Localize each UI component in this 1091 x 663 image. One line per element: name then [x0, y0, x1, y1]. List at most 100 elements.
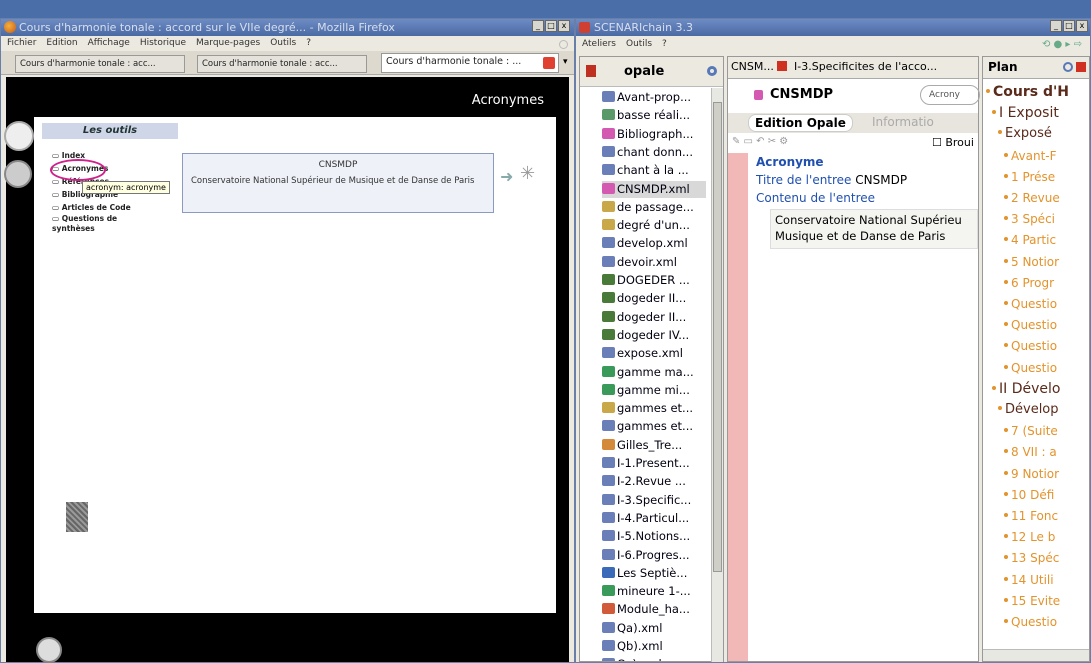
plan-item[interactable]: Avant-F [1004, 146, 1057, 166]
nav-back-icon[interactable] [4, 121, 34, 151]
plan-item[interactable]: Cours d'H [986, 82, 1069, 102]
editor-tab-cnsmdp[interactable]: CNSM... [731, 60, 788, 73]
tree-item[interactable]: degré d'un... [602, 217, 690, 234]
browser-tab-2[interactable]: Cours d'harmonie tonale : acc... [197, 55, 367, 73]
menu-ateliers[interactable]: Ateliers [582, 39, 616, 49]
tool-articles-code[interactable]: ▭ Articles de Code [52, 201, 172, 214]
tree-item[interactable]: I-1.Present... [602, 455, 690, 472]
scenari-minimize-button[interactable]: _ [1050, 20, 1062, 32]
tree-item[interactable]: Qa).xml [602, 620, 662, 637]
tree-item[interactable]: CNSMDP.xml [602, 180, 706, 198]
field-title-input[interactable]: CNSMDP [855, 173, 907, 187]
plan-close-icon[interactable] [1076, 62, 1086, 72]
plan-item[interactable]: 5 Notior [1004, 252, 1059, 272]
plan-item[interactable]: 8 VII : a [1004, 442, 1057, 462]
tree-item[interactable]: mineure 1-... [602, 583, 691, 600]
plan-options-icon[interactable] [1063, 62, 1073, 72]
plan-item[interactable]: 11 Fonc [1004, 506, 1058, 526]
plan-item[interactable]: 10 Défi [1004, 485, 1054, 505]
tree-item[interactable]: basse réali... [602, 107, 690, 124]
minimize-button[interactable]: _ [532, 20, 544, 32]
edition-opale-tab[interactable]: Edition Opale [748, 114, 853, 132]
toolbar-action-icons[interactable]: ✎ ▭ ↶ ✂ ⚙ [732, 136, 788, 147]
browser-tab-3[interactable]: Cours d'harmonie tonale : ... [381, 53, 559, 73]
plan-item[interactable]: Exposé [998, 124, 1052, 144]
tree-item[interactable]: dogeder II... [602, 290, 686, 307]
tree-item[interactable]: gammes et... [602, 418, 693, 435]
menu-edition[interactable]: Edition [46, 38, 77, 48]
menu-affichage[interactable]: Affichage [88, 38, 130, 48]
tree-item[interactable]: I-4.Particul... [602, 510, 689, 527]
tab-list-icon[interactable]: ▾ [563, 57, 571, 67]
tool-questions[interactable]: ▭ Questions de synthèses [52, 214, 122, 234]
tree-item[interactable]: gamme mi... [602, 382, 690, 399]
maximize-button[interactable]: □ [545, 20, 557, 32]
plan-item[interactable]: 14 Utili [1004, 570, 1054, 590]
tree-item[interactable]: expose.xml [602, 345, 683, 362]
tree-item[interactable]: devoir.xml [602, 254, 677, 271]
plan-item[interactable]: 15 Evite [1004, 591, 1060, 611]
editor-tab-close-icon[interactable] [777, 61, 788, 71]
menu-historique[interactable]: Historique [140, 38, 186, 48]
plan-item[interactable]: 13 Spéc [1004, 548, 1059, 568]
plan-item[interactable]: Dévelop [998, 400, 1059, 420]
field-content-input[interactable]: Conservatoire National Supérieu Musique … [770, 209, 978, 249]
plan-item[interactable]: 12 Le b [1004, 527, 1055, 547]
scenari-close-button[interactable]: x [1076, 20, 1088, 32]
menu-outils[interactable]: Outils [270, 38, 296, 48]
editor-tab-i3[interactable]: I-3.Specificites de l'acco... [794, 60, 976, 73]
plan-item[interactable]: Questio [1004, 612, 1057, 632]
information-tab[interactable]: Informatio [872, 115, 978, 129]
tree-item[interactable]: I-3.Specific... [602, 492, 691, 509]
tree-scrollbar-thumb[interactable] [713, 102, 722, 572]
tree-item[interactable]: dogeder II... [602, 309, 686, 326]
plan-item[interactable]: 7 (Suite [1004, 421, 1058, 441]
plan-item[interactable]: Questio [1004, 315, 1057, 335]
tree-item[interactable]: gammes et... [602, 400, 693, 417]
plan-item[interactable]: Questio [1004, 358, 1057, 378]
menu-fichier[interactable]: Fichier [7, 38, 36, 48]
tree-item[interactable]: Qc).xml [602, 656, 662, 661]
plan-item[interactable]: 2 Revue [1004, 188, 1060, 208]
plan-item[interactable]: Questio [1004, 336, 1057, 356]
tree-item[interactable]: de passage... [602, 199, 694, 216]
tree-item[interactable]: chant donn... [602, 144, 693, 161]
tree-item[interactable]: dogeder IV... [602, 327, 689, 344]
plan-hscrollbar[interactable] [983, 649, 1089, 661]
tree-item[interactable]: gamme ma... [602, 364, 694, 381]
menu-scenari-help[interactable]: ? [662, 39, 667, 49]
tree-item[interactable]: Bibliograph... [602, 126, 693, 143]
tab-close-icon[interactable] [543, 57, 555, 69]
menu-scenari-outils[interactable]: Outils [626, 39, 652, 49]
menu-help[interactable]: ? [306, 38, 311, 48]
tree-item[interactable]: Les Septiè... [602, 565, 687, 582]
plan-item[interactable]: 3 Spéci [1004, 209, 1055, 229]
tree-item[interactable]: Gilles_Tre... [602, 437, 682, 454]
plan-item[interactable]: 1 Prése [1004, 167, 1055, 187]
tree-item[interactable]: Qb).xml [602, 638, 663, 655]
refresh-icon[interactable] [707, 66, 717, 76]
tree-scrollbar[interactable] [711, 88, 723, 662]
tree-item[interactable]: chant à la ... [602, 162, 689, 179]
tree-item[interactable]: Module_ha... [602, 601, 690, 618]
tree-item[interactable]: develop.xml [602, 235, 688, 252]
plan-item[interactable]: 6 Progr [1004, 273, 1054, 293]
plan-item[interactable]: I Exposit [992, 103, 1059, 123]
plan-item[interactable]: 9 Notior [1004, 464, 1059, 484]
tree-item[interactable]: I-5.Notions... [602, 528, 690, 545]
toolbar-icons[interactable]: ⟲ ● ▸ ⇨ [1042, 39, 1082, 50]
tree-item[interactable]: DOGEDER ... [602, 272, 690, 289]
tree-item[interactable]: I-6.Progres... [602, 547, 690, 564]
tree-item[interactable]: I-2.Revue ... [602, 473, 686, 490]
browser-tab-1[interactable]: Cours d'harmonie tonale : acc... [15, 55, 185, 73]
tree-item[interactable]: Avant-prop... [602, 89, 691, 106]
plan-item[interactable]: 4 Partic [1004, 230, 1056, 250]
scenari-maximize-button[interactable]: □ [1063, 20, 1075, 32]
plan-item[interactable]: II Dévelo [992, 379, 1060, 399]
settings-gear-icon[interactable] [4, 160, 32, 188]
close-button[interactable]: x [558, 20, 570, 32]
home-icon[interactable] [36, 637, 62, 663]
plan-item[interactable]: Questio [1004, 294, 1057, 314]
menu-marque-pages[interactable]: Marque-pages [196, 38, 260, 48]
brouillon-checkbox[interactable]: ☐ Broui [932, 136, 974, 149]
